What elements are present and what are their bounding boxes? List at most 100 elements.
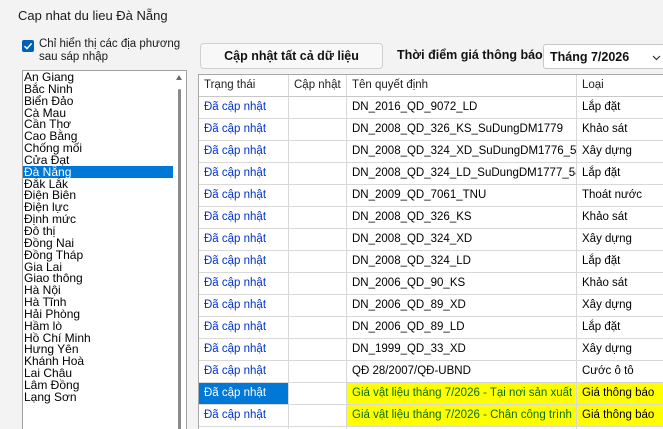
row-type: Lắp đặt xyxy=(577,97,663,119)
row-type: Lắp đặt xyxy=(577,163,663,185)
row-type: Lắp đặt xyxy=(577,317,663,339)
row-decision-name: DN_2008_QD_326_KS xyxy=(347,207,577,229)
checkbox-checked-icon[interactable] xyxy=(22,40,34,52)
table-row[interactable]: Đã cập nhật Giá vật liệu tháng 7/2026 - C… xyxy=(199,405,663,427)
row-status: Đã cập nhật xyxy=(199,163,289,185)
row-decision-name: DN_2006_QD_89_XD xyxy=(347,295,577,317)
table-row[interactable]: Đã cập nhật DN_2008_QD_324_LD_SuDungDM177… xyxy=(199,163,663,185)
merged-filter-label: Chỉ hiển thị các địa phương sau sáp nhập xyxy=(39,38,181,63)
chevron-down-icon xyxy=(652,55,661,61)
province-items: An Giang Bắc Ninh Biển Đảo Cà Mau Cần Thơ Cao… xyxy=(23,71,186,403)
row-status: Đã cập nhật xyxy=(199,383,289,405)
decision-grid[interactable]: Trạng thái Cập nhật Tên quyết định Loại … xyxy=(198,74,663,429)
province-item[interactable]: Bắc Ninh xyxy=(23,83,186,95)
row-status: Đã cập nhật xyxy=(199,273,289,295)
row-decision-name: Giá vật liệu tháng 7/2026 - Chân công tr… xyxy=(347,405,577,427)
header-decision-name[interactable]: Tên quyết định xyxy=(347,75,577,97)
window-title: Cap nhat du lieu Đà Nẵng xyxy=(18,8,168,23)
row-update[interactable] xyxy=(289,229,347,251)
row-status: Đã cập nhật xyxy=(199,119,289,141)
province-item[interactable]: Cửa Đạt xyxy=(23,154,186,166)
row-update[interactable] xyxy=(289,163,347,185)
province-item[interactable]: Đà Nẵng xyxy=(23,165,186,178)
row-type: Cước ô tô xyxy=(577,361,663,383)
row-update[interactable] xyxy=(289,361,347,383)
row-type: Khảo sát xyxy=(577,119,663,141)
row-status: Đã cập nhật xyxy=(199,141,289,163)
scroll-up-icon[interactable] xyxy=(176,75,182,80)
month-select[interactable]: Tháng 7/2026 xyxy=(543,44,663,69)
row-status: Đã cập nhật xyxy=(199,251,289,273)
row-decision-name: DN_2006_QD_90_KS xyxy=(347,273,577,295)
table-row[interactable]: Đã cập nhật DN_2008_QD_326_KS Khảo sát xyxy=(199,207,663,229)
scrollbar-thumb[interactable] xyxy=(178,89,181,429)
province-list-scrollbar[interactable] xyxy=(173,71,186,429)
table-row[interactable]: Đã cập nhật DN_1999_QD_33_XD Xây dựng xyxy=(199,339,663,361)
header-status[interactable]: Trạng thái xyxy=(199,75,289,97)
table-row[interactable]: Đã cập nhật DN_2006_QD_89_XD Xây dựng xyxy=(199,295,663,317)
row-decision-name: DN_1999_QD_33_XD xyxy=(347,339,577,361)
row-decision-name: DN_2009_QD_7061_TNU xyxy=(347,185,577,207)
row-type: Thoát nước xyxy=(577,185,663,207)
row-update[interactable] xyxy=(289,119,347,141)
table-row[interactable]: Đã cập nhật DN_2009_QD_7061_TNU Thoát nước xyxy=(199,185,663,207)
grid-header: Trạng thái Cập nhật Tên quyết định Loại xyxy=(199,75,663,97)
row-decision-name: QĐ 28/2007/QĐ-UBND xyxy=(347,361,577,383)
row-type: Lắp đặt xyxy=(577,251,663,273)
row-update[interactable] xyxy=(289,97,347,119)
row-update[interactable] xyxy=(289,273,347,295)
row-decision-name: DN_2006_QD_89_LD xyxy=(347,317,577,339)
row-update[interactable] xyxy=(289,405,347,427)
row-type: Giá thông báo xyxy=(577,383,663,405)
row-status: Đã cập nhật xyxy=(199,405,289,427)
province-item[interactable]: Lâm Đồng xyxy=(23,379,186,391)
row-status: Đã cập nhật xyxy=(199,207,289,229)
row-type: Giá thông báo xyxy=(577,405,663,427)
month-select-value: Tháng 7/2026 xyxy=(550,50,630,64)
province-item[interactable]: Biển Đảo xyxy=(23,95,186,107)
row-type: Khảo sát xyxy=(577,207,663,229)
row-status: Đã cập nhật xyxy=(199,361,289,383)
row-update[interactable] xyxy=(289,317,347,339)
row-status: Đã cập nhật xyxy=(199,229,289,251)
province-item[interactable]: Hải Phòng xyxy=(23,308,186,320)
row-update[interactable] xyxy=(289,251,347,273)
table-row[interactable]: Đã cập nhật DN_2006_QD_90_KS Khảo sát xyxy=(199,273,663,295)
table-row[interactable]: Đã cập nhật DN_2008_QD_324_XD_SuDungDM177… xyxy=(199,141,663,163)
table-row[interactable]: Đã cập nhật DN_2008_QD_324_XD Xây dựng xyxy=(199,229,663,251)
row-type: Xây dựng xyxy=(577,295,663,317)
row-update[interactable] xyxy=(289,207,347,229)
province-item[interactable]: Hầm lò xyxy=(23,320,186,332)
row-type: Xây dựng xyxy=(577,141,663,163)
row-decision-name: DN_2008_QD_326_KS_SuDungDM1779 xyxy=(347,119,577,141)
province-item[interactable]: Lạng Sơn xyxy=(23,391,186,403)
row-decision-name: DN_2008_QD_324_XD_SuDungDM1776_588 xyxy=(347,141,577,163)
row-update[interactable] xyxy=(289,141,347,163)
row-update[interactable] xyxy=(289,295,347,317)
row-decision-name: DN_2016_QD_9072_LD xyxy=(347,97,577,119)
table-row[interactable]: Đã cập nhật DN_2006_QD_89_LD Lắp đặt xyxy=(199,317,663,339)
table-row[interactable]: Đã cập nhật Giá vật liệu tháng 7/2026 - T… xyxy=(199,383,663,405)
row-update[interactable] xyxy=(289,383,347,405)
header-update[interactable]: Cập nhật xyxy=(289,75,347,97)
row-decision-name: DN_2008_QD_324_LD_SuDungDM1777_587 xyxy=(347,163,577,185)
province-item[interactable]: Đồng Nai xyxy=(23,237,186,249)
table-row[interactable]: Đã cập nhật QĐ 28/2007/QĐ-UBND Cước ô tô xyxy=(199,361,663,383)
row-status: Đã cập nhật xyxy=(199,295,289,317)
table-row[interactable]: Đã cập nhật DN_2016_QD_9072_LD Lắp đặt xyxy=(199,97,663,119)
row-decision-name: DN_2008_QD_324_LD xyxy=(347,251,577,273)
province-item[interactable]: Đồng Tháp xyxy=(23,249,186,261)
header-type[interactable]: Loại xyxy=(577,75,663,97)
row-type: Xây dựng xyxy=(577,339,663,361)
table-row[interactable]: Đã cập nhật DN_2008_QD_326_KS_SuDungDM177… xyxy=(199,119,663,141)
row-update[interactable] xyxy=(289,185,347,207)
table-row[interactable]: Đã cập nhật DN_2008_QD_324_LD Lắp đặt xyxy=(199,251,663,273)
row-update[interactable] xyxy=(289,339,347,361)
row-decision-name: Giá vật liệu tháng 7/2026 - Tại nơi sản … xyxy=(347,383,577,405)
province-list[interactable]: An Giang Bắc Ninh Biển Đảo Cà Mau Cần Thơ Cao… xyxy=(22,70,187,429)
row-decision-name: DN_2008_QD_324_XD xyxy=(347,229,577,251)
row-type: Khảo sát xyxy=(577,273,663,295)
row-type: Xây dựng xyxy=(577,229,663,251)
announcement-time-label: Thời điểm giá thông báo xyxy=(397,48,543,62)
update-all-button[interactable]: Cập nhật tất cả dữ liệu xyxy=(200,43,383,69)
